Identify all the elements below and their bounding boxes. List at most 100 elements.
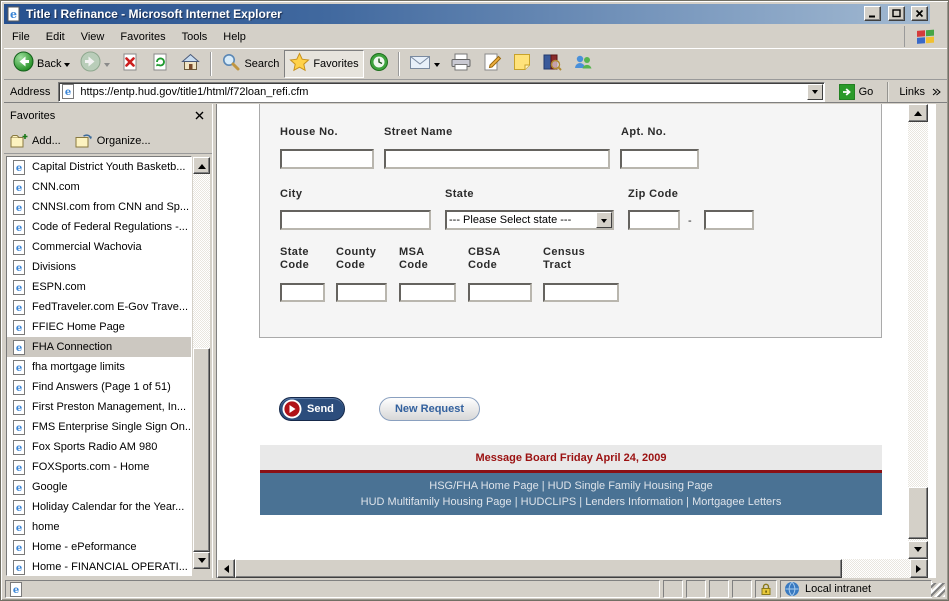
menu-tools[interactable]: Tools (174, 28, 216, 46)
favorite-item[interactable]: eHome - ePeformance (7, 537, 191, 557)
address-input[interactable]: e https://entp.hud.gov/title1/html/f72lo… (58, 82, 824, 102)
scroll-up-button[interactable] (908, 104, 928, 122)
census-tract-input[interactable] (543, 283, 619, 302)
zip-code-input[interactable] (628, 210, 680, 230)
scroll-up-button[interactable] (193, 157, 210, 174)
state-select[interactable]: --- Please Select state --- (445, 210, 614, 230)
cbsa-code-input[interactable] (468, 283, 532, 302)
menu-favorites[interactable]: Favorites (112, 28, 173, 46)
footer-link[interactable]: HSG/FHA Home Page (429, 480, 538, 492)
address-bar: Address e https://entp.hud.gov/title1/ht… (4, 81, 947, 103)
favorite-item[interactable]: eGoogle (7, 477, 191, 497)
resize-grip-icon[interactable] (931, 583, 945, 597)
favorite-item[interactable]: eCNNSI.com from CNN and Sp... (7, 197, 191, 217)
favorites-button[interactable]: Favorites (284, 50, 363, 78)
ie-page-icon: e (12, 380, 27, 395)
favorite-item[interactable]: eFHA Connection (7, 337, 191, 357)
horizontal-scrollbar[interactable] (217, 559, 928, 578)
vertical-scrollbar-thumb[interactable] (908, 487, 928, 539)
intranet-globe-icon (784, 581, 800, 597)
footer-link[interactable]: Lenders Information (585, 496, 683, 508)
home-button[interactable] (175, 50, 206, 78)
refresh-button[interactable] (145, 50, 175, 78)
favorite-item[interactable]: ehome (7, 517, 191, 537)
city-input[interactable] (280, 210, 431, 230)
menu-file[interactable]: File (4, 28, 38, 46)
favorite-item[interactable]: eCommercial Wachovia (7, 237, 191, 257)
favorites-scrollbar-thumb[interactable] (193, 348, 210, 552)
svg-text:e: e (16, 183, 22, 194)
county-code-input[interactable] (336, 283, 387, 302)
new-request-button[interactable]: New Request (379, 397, 480, 421)
messenger-button[interactable] (567, 50, 599, 78)
favorite-item[interactable]: eHoliday Calendar for the Year... (7, 497, 191, 517)
state-code-input[interactable] (280, 283, 325, 302)
status-bar: e Local intranet (4, 579, 947, 599)
apt-no-input[interactable] (620, 149, 699, 169)
go-button[interactable]: Go (833, 83, 880, 101)
back-button[interactable]: Back (8, 50, 75, 78)
chevron-down-icon[interactable] (434, 63, 440, 70)
favorite-item[interactable]: eFMS Enterprise Single Sign On... (7, 417, 191, 437)
scroll-right-button[interactable] (910, 559, 928, 578)
send-button[interactable]: Send (279, 397, 345, 421)
maximize-button[interactable] (888, 6, 905, 21)
svg-text:e: e (16, 503, 22, 514)
mail-button[interactable] (404, 50, 445, 78)
close-button[interactable] (911, 6, 928, 21)
research-button[interactable] (537, 50, 567, 78)
street-name-input[interactable] (384, 149, 610, 169)
horizontal-scrollbar-thumb[interactable] (235, 559, 842, 578)
history-button[interactable] (364, 50, 394, 78)
menu-help[interactable]: Help (215, 28, 254, 46)
forward-button[interactable] (75, 50, 115, 78)
favorite-item[interactable]: eCNN.com (7, 177, 191, 197)
organize-favorites-button[interactable]: Organize... (75, 133, 151, 149)
search-button[interactable]: Search (216, 50, 284, 78)
send-arrow-icon (282, 399, 302, 419)
chevron-down-icon[interactable] (104, 63, 110, 70)
links-bar[interactable]: Links (887, 82, 947, 102)
chevron-down-icon[interactable] (64, 63, 70, 70)
close-favorites-button[interactable] (191, 108, 207, 123)
favorite-item[interactable]: eCode of Federal Regulations -... (7, 217, 191, 237)
favorite-item[interactable]: eDivisions (7, 257, 191, 277)
minimize-button[interactable] (864, 6, 881, 21)
msa-code-input[interactable] (399, 283, 456, 302)
edit-button[interactable] (477, 50, 507, 78)
house-no-input[interactable] (280, 149, 374, 169)
favorite-item[interactable]: eFirst Preston Management, In... (7, 397, 191, 417)
svg-text:e: e (16, 543, 22, 554)
discuss-button[interactable] (507, 50, 537, 78)
favorite-item[interactable]: eFox Sports Radio AM 980 (7, 437, 191, 457)
ie-page-icon: e (12, 180, 27, 195)
add-favorite-button[interactable]: Add... (10, 133, 61, 149)
title-bar[interactable]: e Title I Refinance - Microsoft Internet… (4, 4, 930, 24)
favorite-item[interactable]: eFedTraveler.com E-Gov Trave... (7, 297, 191, 317)
menu-view[interactable]: View (73, 28, 113, 46)
menu-edit[interactable]: Edit (38, 28, 73, 46)
footer-link[interactable]: HUD Single Family Housing Page (548, 480, 713, 492)
chevron-down-icon[interactable] (596, 212, 612, 228)
favorite-item[interactable]: eESPN.com (7, 277, 191, 297)
favorite-item[interactable]: eHome - FINANCIAL OPERATI... (7, 557, 191, 576)
favorite-item-label: Find Answers (Page 1 of 51) (32, 381, 171, 393)
scroll-down-button[interactable] (193, 552, 210, 569)
links-label: Links (899, 86, 925, 98)
favorite-item[interactable]: e Find Answers (Page 1 of 51) (7, 377, 191, 397)
svg-text:e: e (16, 403, 22, 414)
footer-link[interactable]: HUDCLIPS (521, 496, 577, 508)
favorite-item[interactable]: efha mortgage limits (7, 357, 191, 377)
footer-link[interactable]: Mortgagee Letters (692, 496, 781, 508)
favorite-item[interactable]: eCapital District Youth Basketb... (7, 157, 191, 177)
favorite-item[interactable]: eFOXSports.com - Home (7, 457, 191, 477)
address-dropdown-button[interactable] (807, 84, 823, 100)
zip-plus4-input[interactable] (704, 210, 754, 230)
vertical-scrollbar[interactable] (908, 104, 928, 559)
favorite-item[interactable]: eFFIEC Home Page (7, 317, 191, 337)
scroll-left-button[interactable] (217, 559, 235, 578)
print-button[interactable] (445, 50, 477, 78)
scroll-down-button[interactable] (908, 541, 928, 559)
stop-button[interactable] (115, 50, 145, 78)
footer-link[interactable]: HUD Multifamily Housing Page (361, 496, 512, 508)
